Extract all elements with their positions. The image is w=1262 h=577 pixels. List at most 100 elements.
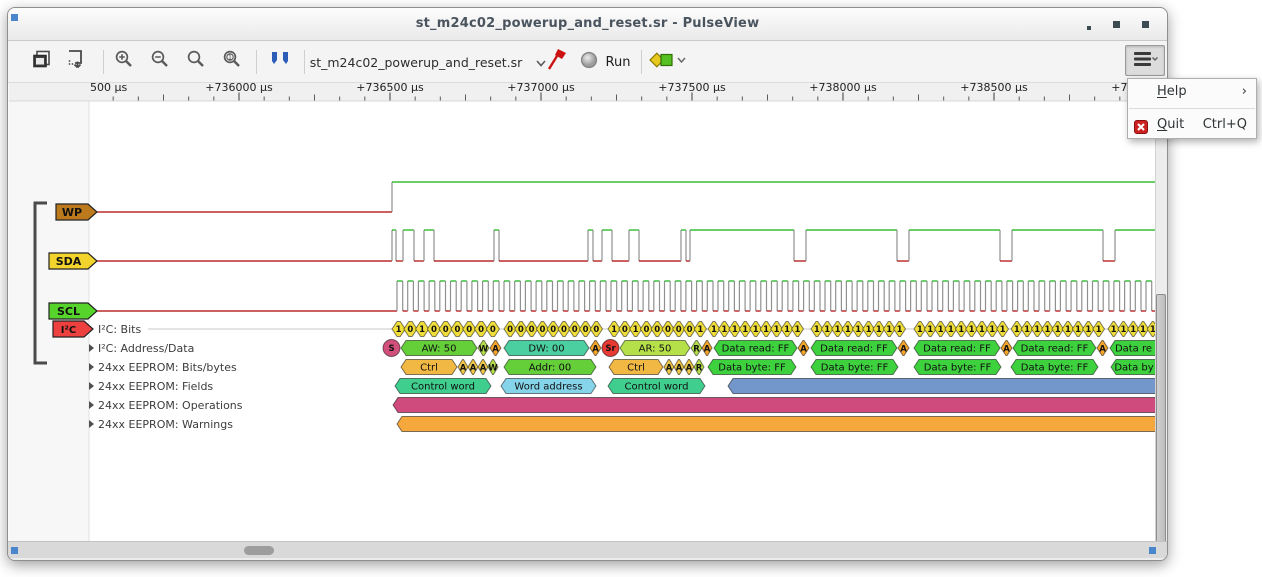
svg-text:Ctrl: Ctrl	[420, 363, 438, 374]
svg-text:SCL: SCL	[57, 305, 80, 318]
svg-text:1: 1	[989, 325, 995, 335]
ruler-label: +737000 µs	[507, 83, 575, 94]
svg-text:1: 1	[1055, 325, 1061, 335]
connect-device-button[interactable]	[542, 45, 572, 79]
ruler-label: +738500 µs	[960, 83, 1028, 94]
svg-text:SDA: SDA	[56, 255, 82, 268]
svg-text:0: 0	[466, 325, 472, 335]
svg-text:I²C: I²C	[61, 325, 76, 336]
annotation	[393, 398, 1157, 413]
zoom-one-to-one-button[interactable]: 1	[216, 45, 248, 79]
decoder-row-label[interactable]: 24xx EEPROM: Operations	[98, 399, 243, 412]
svg-text:Data by: Data by	[1114, 363, 1153, 374]
svg-text:WP: WP	[62, 206, 82, 219]
horizontal-scrollbar[interactable]: ‹	[8, 541, 1167, 558]
svg-text:0: 0	[561, 325, 567, 335]
svg-text:0: 0	[676, 325, 682, 335]
svg-text:0: 0	[443, 325, 449, 335]
menu-item-quit[interactable]: QuitCtrl+Q	[1128, 112, 1256, 138]
titlebar[interactable]: st_m24c02_powerup_and_reset.sr - PulseVi…	[8, 8, 1167, 41]
save-file-icon	[64, 48, 88, 76]
trace-view: 500 µs+736000 µs+736500 µs+737000 µs+737…	[9, 83, 1168, 541]
svg-text:1: 1	[784, 325, 790, 335]
decoder-row-label[interactable]: 24xx EEPROM: Bits/bytes	[98, 361, 237, 374]
run-label: Run	[606, 55, 631, 70]
vertical-scrollbar-thumb[interactable]	[1156, 294, 1166, 561]
svg-text:1: 1	[1130, 325, 1136, 335]
session-selector[interactable]: st_m24c02_powerup_and_reset.sr	[318, 45, 538, 79]
minimize-button[interactable]	[1087, 26, 1091, 30]
window-bottom-strip	[8, 558, 1167, 561]
svg-text:0: 0	[490, 325, 496, 335]
quit-icon	[1134, 118, 1148, 144]
hamburger-icon	[1132, 49, 1158, 73]
window-controls	[1087, 8, 1149, 41]
svg-text:0: 0	[572, 325, 578, 335]
zoom-out-button[interactable]	[144, 45, 176, 79]
open-button[interactable]	[26, 45, 58, 79]
svg-text:1: 1	[721, 325, 727, 335]
svg-text:1: 1	[1000, 325, 1006, 335]
main-menu-button[interactable]	[1125, 45, 1165, 76]
decoder-row-label[interactable]: 24xx EEPROM: Fields	[98, 380, 213, 393]
corner-accent	[1149, 547, 1156, 554]
svg-text:1: 1	[774, 325, 780, 335]
svg-text:R: R	[696, 364, 703, 374]
svg-text:1: 1	[1034, 325, 1040, 335]
svg-text:Sr: Sr	[605, 344, 616, 354]
zoom-in-icon	[113, 49, 135, 75]
svg-text:0: 0	[507, 325, 513, 335]
svg-text:0: 0	[407, 325, 413, 335]
svg-text:1: 1	[763, 325, 769, 335]
toolbar-separator	[103, 50, 104, 74]
zoom-fit-icon	[185, 49, 207, 75]
ruler-label: +736500 µs	[356, 83, 424, 94]
horizontal-scrollbar-thumb[interactable]	[244, 546, 274, 555]
svg-text:A: A	[686, 364, 693, 374]
corner-accent	[11, 547, 18, 554]
decoder-row-label[interactable]: I²C: Address/Data	[98, 342, 194, 355]
svg-text:Data read: FF: Data read: FF	[1021, 344, 1089, 355]
corner-accent	[11, 14, 18, 21]
svg-text:1: 1	[886, 325, 892, 335]
svg-text:1: 1	[1111, 325, 1117, 335]
decoder-row-label[interactable]: I²C: Bits	[98, 323, 141, 336]
svg-text:0: 0	[643, 325, 649, 335]
svg-text:0: 0	[550, 325, 556, 335]
svg-text:W: W	[479, 345, 489, 355]
toolbar-separator	[256, 50, 257, 74]
svg-text:1: 1	[419, 325, 425, 335]
svg-text:1: 1	[969, 325, 975, 335]
svg-text:1: 1	[1024, 325, 1030, 335]
show-cursors-button[interactable]	[262, 45, 298, 79]
menu-item-help[interactable]: Help›	[1128, 79, 1256, 105]
svg-text:1: 1	[845, 325, 851, 335]
submenu-arrow-icon: ›	[1242, 79, 1247, 105]
svg-text:Addr: 00: Addr: 00	[529, 363, 572, 374]
svg-text:Data byte: FF: Data byte: FF	[718, 363, 786, 374]
svg-text:AR: 50: AR: 50	[639, 344, 672, 355]
decoder-row-label[interactable]: 24xx EEPROM: Warnings	[98, 418, 233, 431]
svg-text:0: 0	[529, 325, 535, 335]
run-button[interactable]: Run	[576, 45, 634, 79]
svg-text:1: 1	[979, 325, 985, 335]
add-decoder-button[interactable]	[646, 45, 690, 79]
svg-text:1: 1	[732, 325, 738, 335]
svg-text:R: R	[693, 345, 700, 355]
svg-text:Data byte: FF: Data byte: FF	[924, 363, 992, 374]
svg-text:1: 1	[1140, 325, 1146, 335]
svg-text:Control word: Control word	[625, 382, 689, 393]
maximize-button[interactable]	[1113, 21, 1120, 28]
zoom-in-button[interactable]	[108, 45, 140, 79]
svg-text:1: 1	[927, 325, 933, 335]
svg-text:1: 1	[897, 325, 903, 335]
svg-text:1: 1	[1096, 325, 1102, 335]
svg-text:1: 1	[711, 325, 717, 335]
save-button[interactable]	[60, 45, 92, 79]
svg-text:1: 1	[1014, 325, 1020, 335]
zoom-fit-button[interactable]	[180, 45, 212, 79]
svg-text:0: 0	[518, 325, 524, 335]
vertical-scrollbar[interactable]	[1155, 101, 1167, 541]
toolbar-separator	[641, 50, 642, 74]
close-button[interactable]	[1142, 21, 1149, 28]
